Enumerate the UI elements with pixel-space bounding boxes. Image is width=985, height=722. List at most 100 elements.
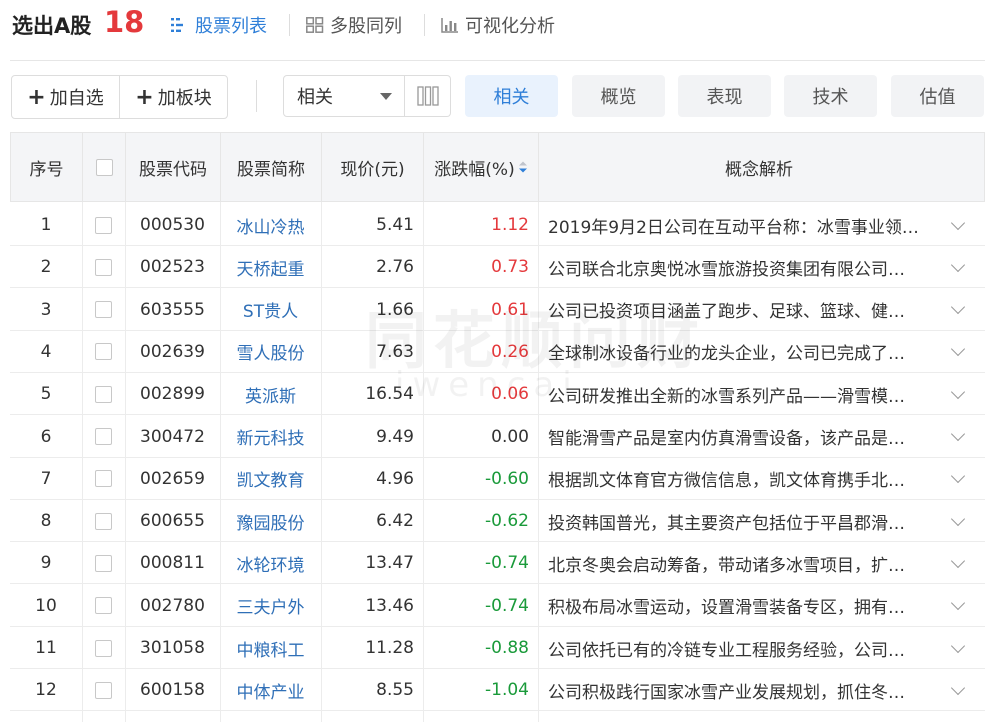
expand-toggle[interactable] bbox=[938, 585, 978, 627]
col-header-change[interactable]: 涨跌幅(%) bbox=[424, 133, 539, 201]
row-select[interactable] bbox=[82, 373, 125, 415]
row-select[interactable] bbox=[82, 627, 125, 669]
tab-label: 可视化分析 bbox=[465, 16, 555, 37]
stock-price: 13.46 bbox=[365, 595, 414, 616]
row-checkbox[interactable] bbox=[95, 681, 112, 699]
row-select[interactable] bbox=[82, 416, 125, 458]
stock-price: 7.63 bbox=[376, 341, 414, 362]
row-select[interactable] bbox=[82, 585, 125, 627]
top-bar: 选出A股 18 股票列表 多股同列 可视化分析 bbox=[0, 0, 985, 50]
row-checkbox[interactable] bbox=[95, 639, 112, 657]
stock-code: 002780 bbox=[140, 595, 205, 616]
sort-select-value: 相关 bbox=[297, 87, 333, 108]
stock-name-link[interactable]: 雪人股份 bbox=[220, 331, 321, 373]
row-select[interactable] bbox=[82, 458, 125, 500]
stock-name-link[interactable]: 豫园股份 bbox=[220, 500, 321, 542]
row-select[interactable] bbox=[82, 246, 125, 288]
expand-toggle[interactable] bbox=[938, 416, 978, 458]
table-row[interactable]: 7 002659 凯文教育 4.96 -0.60 根据凯文体育官方微信信息，凯文体育携手北… bbox=[10, 458, 985, 500]
stock-name-link[interactable]: 英派斯 bbox=[220, 373, 321, 415]
row-select[interactable] bbox=[82, 289, 125, 331]
expand-toggle[interactable] bbox=[938, 373, 978, 415]
column-divider bbox=[423, 202, 424, 722]
expand-toggle[interactable] bbox=[938, 458, 978, 500]
sort-select[interactable]: 相关 bbox=[283, 75, 405, 117]
table-row[interactable]: 11 301058 中粮科工 11.28 -0.88 公司依托已有的冷链专业工程服务经验，… bbox=[10, 627, 985, 669]
chevron-down-icon bbox=[950, 300, 966, 315]
row-checkbox[interactable] bbox=[95, 301, 112, 319]
row-checkbox[interactable] bbox=[95, 258, 112, 276]
row-select[interactable] bbox=[82, 331, 125, 373]
expand-toggle[interactable] bbox=[938, 669, 978, 711]
table-row[interactable]: 4 002639 雪人股份 7.63 0.26 全球制冰设备行业的龙头企业，公司已完成了… bbox=[10, 331, 985, 373]
filter-performance-button[interactable]: 表现 bbox=[678, 75, 771, 117]
filter-technical-button[interactable]: 技术 bbox=[784, 75, 877, 117]
table-row[interactable]: 9 000811 冰轮环境 13.47 -0.74 北京冬奥会启动筹备，带动诸多冰雪项目，… bbox=[10, 542, 985, 585]
stock-name-link[interactable]: 冰山冷热 bbox=[220, 204, 321, 246]
column-settings-button[interactable] bbox=[405, 75, 451, 117]
caret-down-icon bbox=[380, 93, 392, 100]
row-checkbox[interactable] bbox=[95, 470, 112, 488]
tab-multi-stock[interactable]: 多股同列 bbox=[306, 12, 402, 38]
col-header-code: 股票代码 bbox=[126, 133, 221, 201]
change-percent: 0.00 bbox=[491, 426, 529, 447]
row-checkbox[interactable] bbox=[95, 512, 112, 530]
stock-name-link[interactable]: 中体产业 bbox=[220, 669, 321, 711]
filter-related-button[interactable]: 相关 bbox=[465, 75, 558, 117]
chevron-down-icon bbox=[950, 257, 966, 272]
stock-price: 5.41 bbox=[376, 215, 414, 235]
expand-toggle[interactable] bbox=[938, 204, 978, 246]
add-block-button[interactable]: + 加板块 bbox=[119, 76, 227, 118]
expand-toggle[interactable] bbox=[938, 542, 978, 584]
table-row[interactable]: 10 002780 三夫户外 13.46 -0.74 积极布局冰雪运动，设置滑雪装备专区，… bbox=[10, 585, 985, 627]
row-checkbox[interactable] bbox=[95, 554, 112, 572]
row-select[interactable] bbox=[82, 669, 125, 711]
plus-icon: + bbox=[135, 84, 154, 110]
tab-label: 多股同列 bbox=[330, 16, 402, 37]
stock-price: 13.47 bbox=[365, 553, 414, 574]
row-checkbox[interactable] bbox=[95, 385, 112, 403]
row-index: 5 bbox=[40, 384, 52, 405]
row-select[interactable] bbox=[82, 204, 125, 246]
add-block-label: 加板块 bbox=[157, 88, 212, 109]
filter-overview-button[interactable]: 概览 bbox=[572, 75, 665, 117]
filter-valuation-button[interactable]: 估值 bbox=[891, 75, 984, 117]
expand-toggle[interactable] bbox=[938, 627, 978, 669]
col-header-price[interactable]: 现价(元) bbox=[322, 133, 424, 201]
expand-toggle[interactable] bbox=[938, 289, 978, 331]
stock-name-link[interactable]: ST贵人 bbox=[220, 289, 321, 331]
concept-text: 北京冬奥会启动筹备，带动诸多冰雪项目，扩… bbox=[548, 555, 905, 576]
divider bbox=[424, 14, 425, 36]
tab-stock-list[interactable]: 股票列表 bbox=[171, 12, 267, 38]
stock-name-link[interactable]: 新元科技 bbox=[220, 416, 321, 458]
expand-toggle[interactable] bbox=[938, 246, 978, 288]
row-select[interactable] bbox=[82, 500, 125, 542]
row-checkbox[interactable] bbox=[95, 428, 112, 445]
row-checkbox[interactable] bbox=[95, 216, 112, 234]
stock-name-link[interactable]: 三夫户外 bbox=[220, 585, 321, 627]
stock-code: 002639 bbox=[140, 341, 205, 362]
stock-code: 600158 bbox=[140, 680, 205, 701]
select-all-checkbox[interactable] bbox=[95, 158, 113, 176]
stock-name-link[interactable]: 凯文教育 bbox=[220, 458, 321, 500]
expand-toggle[interactable] bbox=[938, 331, 978, 373]
table-row[interactable]: 2 002523 天桥起重 2.76 0.73 公司联合北京奥悦冰雪旅游投资集团有限公司… bbox=[10, 246, 985, 289]
table-header: 序号 股票代码 股票简称 现价(元) 涨跌幅(%) 概念解析 bbox=[10, 132, 985, 202]
row-index: 6 bbox=[40, 426, 52, 447]
table-row[interactable]: 5 002899 英派斯 16.54 0.06 公司研发推出全新的冰雪系列产品——滑雪模… bbox=[10, 373, 985, 416]
row-checkbox[interactable] bbox=[95, 597, 112, 615]
divider bbox=[256, 80, 257, 112]
table-row[interactable]: 12 600158 中体产业 8.55 -1.04 公司积极践行国家冰雪产业发展规划，抓住… bbox=[10, 669, 985, 712]
row-checkbox[interactable] bbox=[95, 343, 112, 361]
stock-name-link[interactable]: 天桥起重 bbox=[220, 246, 321, 288]
table-row[interactable]: 1 000530 冰山冷热 5.41 1.12 2019年9月2日公司在互动平台称：冰雪事… bbox=[10, 204, 985, 246]
table-row[interactable]: 6 300472 新元科技 9.49 0.00 智能滑雪产品是室内仿真滑雪设备，该产品是… bbox=[10, 416, 985, 458]
expand-toggle[interactable] bbox=[938, 500, 978, 542]
row-select[interactable] bbox=[82, 542, 125, 584]
table-row[interactable]: 3 603555 ST贵人 1.66 0.61 公司已投资项目涵盖了跑步、足球、篮球、健… bbox=[10, 289, 985, 331]
add-watchlist-button[interactable]: + 加自选 bbox=[12, 76, 119, 118]
tab-visual-analysis[interactable]: 可视化分析 bbox=[441, 12, 555, 38]
stock-name-link[interactable]: 冰轮环境 bbox=[220, 542, 321, 584]
stock-name-link[interactable]: 中粮科工 bbox=[220, 627, 321, 669]
table-row[interactable]: 8 600655 豫园股份 6.42 -0.62 投资韩国普光，其主要资产包括位于平昌郡滑… bbox=[10, 500, 985, 543]
